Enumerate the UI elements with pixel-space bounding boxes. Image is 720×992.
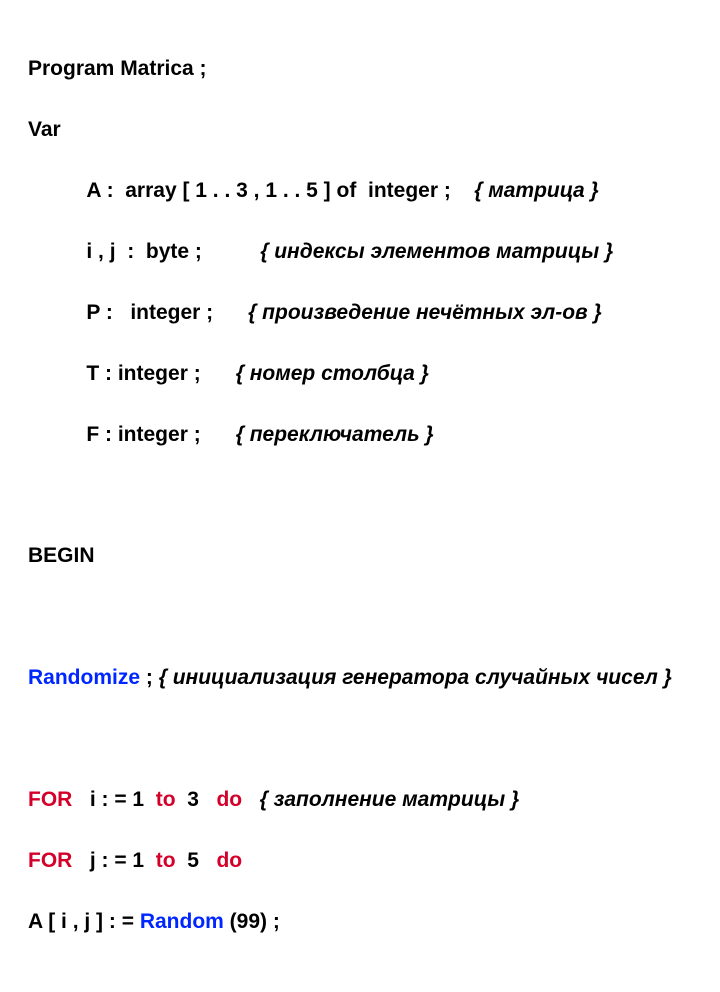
indent bbox=[28, 240, 86, 263]
decl-p-code: P : integer ; bbox=[86, 301, 248, 324]
random-fn: Random bbox=[140, 910, 224, 933]
blank-line bbox=[28, 481, 696, 511]
var-keyword: Var bbox=[28, 118, 61, 141]
line-begin: BEGIN bbox=[28, 541, 696, 571]
decl-t-comment: { номер столбца } bbox=[236, 362, 429, 385]
randomize-comment: { инициализация генератора случайных чис… bbox=[159, 666, 672, 689]
decl-t-code: T : integer ; bbox=[86, 362, 235, 385]
indent bbox=[28, 423, 86, 446]
for-i-tail bbox=[242, 788, 260, 811]
assign-lhs: A [ i , j ] : = bbox=[28, 910, 140, 933]
decl-a-code: A : array [ 1 . . 3 , 1 . . 5 ] of integ… bbox=[86, 179, 474, 202]
line-for-i: FOR i : = 1 to 3 do { заполнение матрицы… bbox=[28, 785, 696, 815]
for-i-mid2: 3 bbox=[176, 788, 217, 811]
program-header: Program Matrica ; bbox=[28, 57, 207, 80]
decl-ij: i , j : byte ; { индексы элементов матри… bbox=[28, 237, 696, 267]
decl-p: P : integer ; { произведение нечётных эл… bbox=[28, 298, 696, 328]
indent bbox=[28, 301, 86, 324]
for-j-mid2: 5 bbox=[176, 849, 217, 872]
assign-rhs: (99) ; bbox=[224, 910, 280, 933]
for-i-mid1: i : = 1 bbox=[72, 788, 155, 811]
decl-a: A : array [ 1 . . 3 , 1 . . 5 ] of integ… bbox=[28, 176, 696, 206]
indent bbox=[28, 362, 86, 385]
for-i-comment: { заполнение матрицы } bbox=[260, 788, 520, 811]
for-keyword: FOR bbox=[28, 788, 72, 811]
to-keyword: to bbox=[156, 849, 176, 872]
line-assign: A [ i , j ] : = Random (99) ; bbox=[28, 907, 696, 937]
randomize-keyword: Randomize bbox=[28, 666, 140, 689]
for-j-mid1: j : = 1 bbox=[72, 849, 155, 872]
line-var: Var bbox=[28, 115, 696, 145]
decl-ij-code: i , j : byte ; bbox=[86, 240, 260, 263]
decl-f-comment: { переключатель } bbox=[236, 423, 434, 446]
decl-p-comment: { произведение нечётных эл-ов } bbox=[248, 301, 602, 324]
blank-line bbox=[28, 724, 696, 754]
decl-t: T : integer ; { номер столбца } bbox=[28, 359, 696, 389]
decl-a-comment: { матрица } bbox=[474, 179, 599, 202]
line-program: Program Matrica ; bbox=[28, 54, 696, 84]
do-keyword: do bbox=[216, 788, 242, 811]
blank-line bbox=[28, 602, 696, 632]
decl-ij-comment: { индексы элементов матрицы } bbox=[260, 240, 613, 263]
line-randomize: Randomize ; { инициализация генератора с… bbox=[28, 663, 696, 693]
for-keyword: FOR bbox=[28, 849, 72, 872]
do-keyword: do bbox=[216, 849, 242, 872]
indent bbox=[28, 179, 86, 202]
begin-keyword: BEGIN bbox=[28, 544, 95, 567]
to-keyword: to bbox=[156, 788, 176, 811]
decl-f: F : integer ; { переключатель } bbox=[28, 420, 696, 450]
line-for-j: FOR j : = 1 to 5 do bbox=[28, 846, 696, 876]
decl-f-code: F : integer ; bbox=[86, 423, 235, 446]
code-listing: Program Matrica ; Var A : array [ 1 . . … bbox=[0, 0, 720, 992]
randomize-tail: ; bbox=[140, 666, 159, 689]
